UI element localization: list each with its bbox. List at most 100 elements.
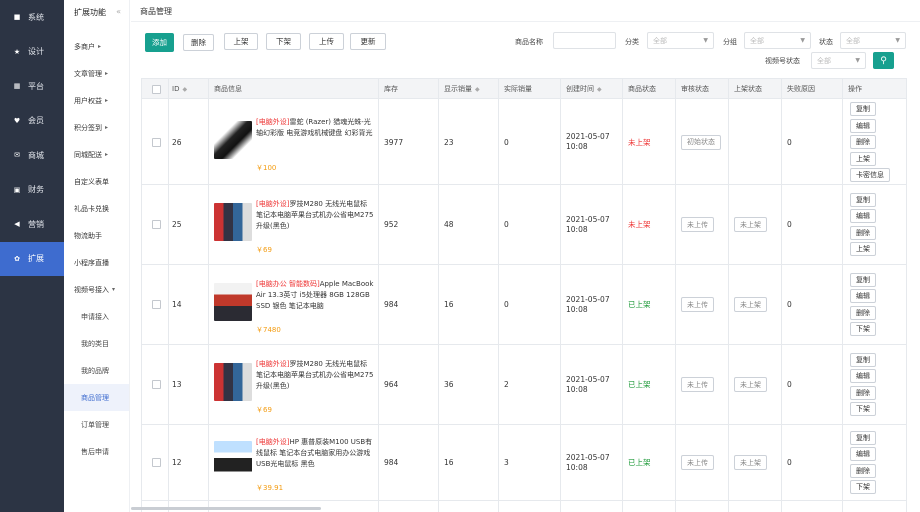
row-action-button[interactable]: 复制 <box>850 272 876 287</box>
delete-button[interactable]: 删除 <box>183 34 214 51</box>
checkbox-box[interactable] <box>152 137 161 147</box>
subnav-child-3[interactable]: 商品管理 <box>64 384 129 411</box>
row-action-button[interactable]: 删除 <box>850 305 876 320</box>
row-stock: 3977 <box>384 137 404 147</box>
list-on-button[interactable]: 上架 <box>224 33 258 50</box>
row-audit: 初始状态 <box>681 100 721 184</box>
row-checkbox[interactable] <box>152 185 161 264</box>
subnav-child-0[interactable]: 申请接入 <box>64 303 129 330</box>
row-action-button[interactable]: 复制 <box>850 102 876 116</box>
column-divider <box>560 79 561 512</box>
subnav-item-6[interactable]: 礼品卡兑换 <box>64 195 129 222</box>
sidebar-item-2[interactable]: ▦ 平台 <box>0 69 64 104</box>
subnav-item-label: 自定义表单 <box>74 177 109 186</box>
row-action-button[interactable]: 上架 <box>850 151 876 166</box>
col-id[interactable]: ID ◆ <box>172 79 187 99</box>
created-time: 2021-05-07 10:08 <box>566 132 610 151</box>
sidebar-item-7[interactable]: ✿ 扩展 <box>0 241 64 276</box>
row-action-button[interactable]: 下架 <box>850 480 876 495</box>
upload-button[interactable]: 上传 <box>309 33 344 50</box>
video-state-select[interactable]: 全部 ▼ <box>811 52 866 69</box>
col-sales-shown[interactable]: 显示销量 ◆ <box>444 79 480 99</box>
row-action-button[interactable]: 复制 <box>850 430 876 445</box>
checkbox-box[interactable] <box>152 458 161 467</box>
row-id: 25 <box>172 220 182 229</box>
checkbox-box[interactable] <box>152 300 161 309</box>
row-action-button[interactable]: 上架 <box>850 242 876 257</box>
subnav-item-1[interactable]: 文章管理 ▸ <box>64 60 129 87</box>
subnav-child-1[interactable]: 我的类目 <box>64 330 129 357</box>
row-action-button[interactable]: 删除 <box>850 385 876 400</box>
row-action-button[interactable]: 下架 <box>850 402 876 417</box>
column-divider <box>208 79 209 512</box>
category-select[interactable]: 全部 ▼ <box>647 32 714 49</box>
row-checkbox[interactable] <box>152 100 161 184</box>
product-name: [电脑外设]HP 惠普原装M100 USB有线鼠标 笔记本台式电脑家用办公游戏U… <box>256 437 374 470</box>
col-listing: 上架状态 <box>734 85 762 93</box>
row-action-button[interactable]: 删除 <box>850 225 876 240</box>
row-action-button[interactable]: 编辑 <box>850 447 876 462</box>
select-all-checkbox[interactable] <box>152 79 161 99</box>
row-reject: 0 <box>787 137 792 147</box>
table-header: ID ◆ 商品信息 库存 显示销量 ◆ 实际销量 创建时间 ◆ 商品状态 审核状态 上… <box>142 79 906 99</box>
subnav-item-8[interactable]: 小程序直播 <box>64 249 129 276</box>
row-checkbox[interactable] <box>152 425 161 500</box>
collapse-icon[interactable]: « <box>116 7 121 16</box>
row-sales-shown: 23 <box>444 137 454 147</box>
row-action-button[interactable]: 删除 <box>850 135 876 149</box>
created-time: 2021-05-07 10:08 <box>566 374 610 394</box>
sidebar-item-0[interactable]: ■ 系统 <box>0 0 64 35</box>
chevron-icon: ▸ <box>105 97 109 104</box>
sidebar-item-3[interactable]: ♥ 会员 <box>0 104 64 139</box>
product-name: [电脑办公 智能数码]Apple MacBook Air 13.3英寸 i5处理… <box>256 279 374 312</box>
row-action-button[interactable]: 编辑 <box>850 289 876 304</box>
add-button[interactable]: 添加 <box>145 33 174 52</box>
checkbox-box[interactable] <box>152 380 161 389</box>
row-action-button[interactable]: 编辑 <box>850 369 876 384</box>
row-checkbox[interactable] <box>152 345 161 424</box>
col-status: 商品状态 <box>628 85 656 93</box>
sidebar-item-4[interactable]: ✉ 商城 <box>0 138 64 173</box>
chevron-down-icon: ▼ <box>703 37 708 44</box>
pin-icon: ★ <box>13 47 21 56</box>
row-action-button[interactable]: 复制 <box>850 192 876 207</box>
sidebar-item-5[interactable]: ▣ 财务 <box>0 173 64 208</box>
subnav-child-5[interactable]: 售后申请 <box>64 438 129 465</box>
subnav-item-label: 物流助手 <box>74 231 102 240</box>
subnav-item-label: 小程序直播 <box>74 258 109 267</box>
row-action-button[interactable]: 编辑 <box>850 118 876 133</box>
subnav-child-4[interactable]: 订单管理 <box>64 411 129 438</box>
row-action-button[interactable]: 删除 <box>850 463 876 478</box>
product-name-input[interactable] <box>553 32 616 49</box>
row-action-button[interactable]: 卡密信息 <box>850 168 890 182</box>
sidebar-item-6[interactable]: ◀ 营销 <box>0 207 64 242</box>
subnav-item-7[interactable]: 物流助手 <box>64 222 129 249</box>
subnav-item-4[interactable]: 同城配送 ▸ <box>64 141 129 168</box>
row-action-button[interactable]: 下架 <box>850 322 876 337</box>
subnav-item-5[interactable]: 自定义表单 <box>64 168 129 195</box>
subnav-item-3[interactable]: 积分签到 ▸ <box>64 114 129 141</box>
product-category-tag: [电脑办公 智能数码] <box>256 280 320 288</box>
subnav-child-2[interactable]: 我的品牌 <box>64 357 129 384</box>
horizontal-scrollbar[interactable] <box>131 507 321 510</box>
subnav-item-2[interactable]: 用户权益 ▸ <box>64 87 129 114</box>
subnav-item-0[interactable]: 多商户 ▸ <box>64 33 129 60</box>
row-created: 2021-05-07 10:08 <box>566 185 624 264</box>
sidebar-item-1[interactable]: ★ 设计 <box>0 35 64 70</box>
state-select[interactable]: 全部 ▼ <box>840 32 906 49</box>
col-created[interactable]: 创建时间 ◆ <box>566 79 602 99</box>
row-action-button[interactable]: 复制 <box>850 352 876 367</box>
list-off-button[interactable]: 下架 <box>266 33 301 50</box>
table-row: 12 [电脑外设]HP 惠普原装M100 USB有线鼠标 笔记本台式电脑家用办公游… <box>142 425 906 501</box>
column-divider <box>675 79 676 512</box>
checkbox-box[interactable] <box>152 220 161 229</box>
column-divider <box>781 79 782 512</box>
primary-sidebar: ■ 系统 ★ 设计 ▦ 平台 ♥ 会员 ✉ 商城 ▣ 财务 ◀ 营销 ✿ 扩展 <box>0 0 64 512</box>
subnav-item-9[interactable]: 视频号接入 ▾ <box>64 276 129 303</box>
group-select[interactable]: 全部 ▼ <box>744 32 811 49</box>
row-action-button[interactable]: 编辑 <box>850 209 876 224</box>
update-button[interactable]: 更新 <box>350 33 386 50</box>
row-checkbox[interactable] <box>152 265 161 344</box>
search-button[interactable]: ⚲ <box>873 52 894 69</box>
category-label: 分类 <box>625 38 639 46</box>
